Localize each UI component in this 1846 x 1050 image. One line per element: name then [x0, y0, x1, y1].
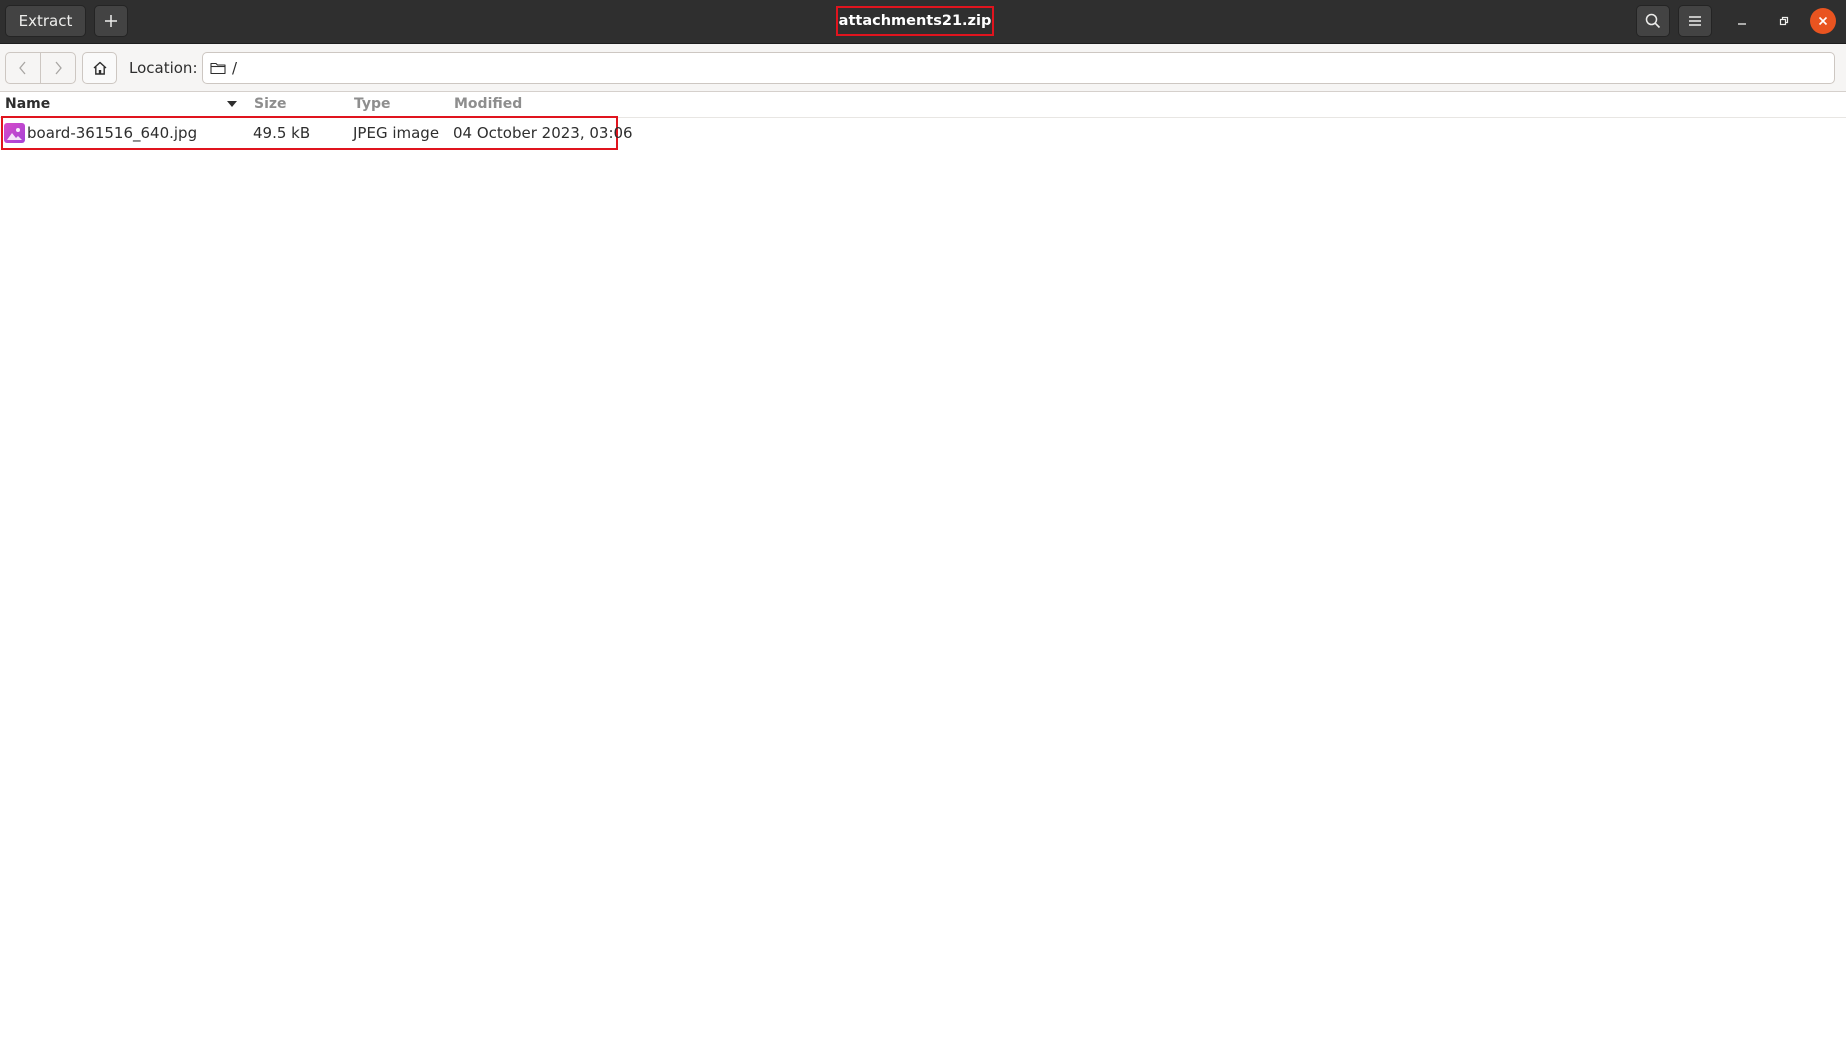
- column-header-modified[interactable]: Modified: [454, 96, 522, 112]
- extract-button[interactable]: Extract: [5, 5, 86, 37]
- file-list-header: Name Size Type Modified: [0, 92, 1846, 118]
- location-toolbar: Location: /: [0, 44, 1846, 92]
- file-type: JPEG image: [353, 124, 440, 142]
- navigation-buttons: [5, 52, 76, 84]
- restore-icon: [1779, 16, 1789, 26]
- location-field[interactable]: /: [202, 52, 1835, 84]
- file-size: 49.5 kB: [253, 124, 311, 142]
- location-label: Location:: [129, 59, 198, 77]
- location-path: /: [232, 59, 238, 77]
- home-button[interactable]: [82, 52, 117, 84]
- minimize-button[interactable]: [1729, 8, 1755, 34]
- maximize-button[interactable]: [1771, 8, 1797, 34]
- close-button[interactable]: [1810, 8, 1836, 34]
- file-name: board-361516_640.jpg: [27, 124, 198, 142]
- home-icon: [93, 61, 106, 75]
- window-title: attachments21.zip: [836, 6, 994, 36]
- column-header-name[interactable]: Name: [5, 96, 50, 112]
- search-button[interactable]: [1636, 5, 1670, 37]
- forward-button[interactable]: [40, 53, 75, 83]
- header-bar: Extract attachments21.zip: [0, 0, 1846, 44]
- close-icon: [1818, 16, 1828, 26]
- chevron-right-icon: [55, 61, 62, 75]
- file-row[interactable]: board-361516_640.jpg 49.5 kB JPEG image …: [1, 116, 633, 150]
- search-icon: [1645, 13, 1661, 29]
- sort-descending-icon: [227, 101, 237, 107]
- plus-icon: [105, 15, 117, 27]
- minimize-icon: [1738, 23, 1746, 25]
- chevron-left-icon: [19, 61, 26, 75]
- image-file-icon: [4, 123, 25, 143]
- file-modified: 04 October 2023, 03:06: [453, 124, 633, 142]
- back-button[interactable]: [6, 53, 40, 83]
- folder-icon: [210, 62, 226, 75]
- column-header-size[interactable]: Size: [254, 96, 287, 112]
- column-header-type[interactable]: Type: [354, 96, 391, 112]
- hamburger-menu-icon: [1689, 16, 1701, 26]
- add-files-button[interactable]: [94, 5, 128, 37]
- main-menu-button[interactable]: [1678, 5, 1712, 37]
